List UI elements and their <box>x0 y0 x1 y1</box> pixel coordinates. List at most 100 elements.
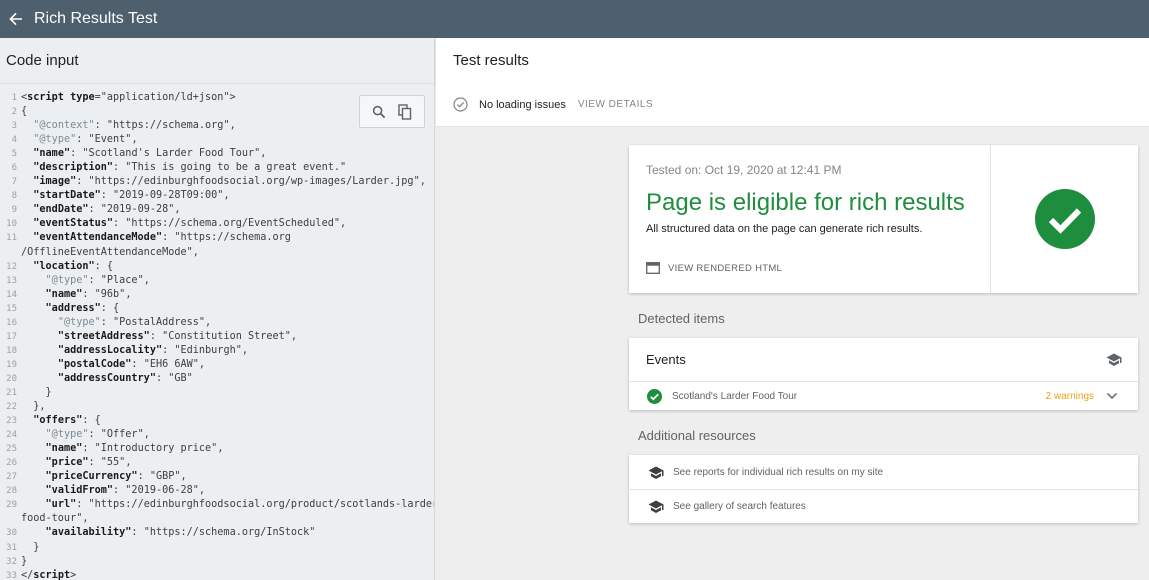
code-text: }, <box>21 400 45 414</box>
code-text: "description": "This is going to be a gr… <box>21 161 346 175</box>
code-token: "Constitution Street" <box>162 330 291 342</box>
code-line: /OfflineEventAttendanceMode", <box>0 246 434 260</box>
line-number: 30 <box>6 528 17 539</box>
line-number: 2 <box>11 107 17 118</box>
line-number: 13 <box>6 275 17 286</box>
code-token: "location" <box>33 260 95 272</box>
code-token: { <box>21 106 28 118</box>
code-text: food-tour", <box>21 512 88 526</box>
code-token: , <box>198 358 206 370</box>
code-text: "@type": "Event", <box>21 133 137 147</box>
code-token: "streetAddress" <box>57 330 150 342</box>
code-line: 27 "priceCurrency": "GBP", <box>0 470 434 484</box>
line-number: 21 <box>6 387 17 398</box>
code-token: , <box>180 471 187 483</box>
code-text: "availability": "https://schema.org/InSt… <box>21 526 316 540</box>
code-line: 18 "addressLocality": "Edinburgh", <box>0 344 434 358</box>
back-button[interactable] <box>0 0 34 38</box>
copy-icon <box>398 103 412 120</box>
code-token: "addressCountry" <box>57 372 156 384</box>
code-text: "addressCountry": "GB" <box>21 372 193 386</box>
view-details-link[interactable]: VIEW DETAILS <box>578 99 653 110</box>
code-token: : <box>94 120 107 132</box>
line-number: 10 <box>6 219 17 230</box>
tested-on-timestamp: Tested on: Oct 19, 2020 at 12:41 PM <box>646 163 842 177</box>
code-token: "2019-09-28" <box>100 204 175 216</box>
code-token: , <box>174 204 181 216</box>
line-number: 8 <box>11 191 17 202</box>
code-token: , <box>260 148 267 160</box>
code-text: "streetAddress": "Constitution Street", <box>21 330 297 344</box>
code-token: /OfflineEventAttendanceMode" <box>21 246 193 258</box>
code-editor[interactable]: 1 <script type="application/ld+json"> 2{3 … <box>0 84 434 580</box>
code-token: : <box>88 457 101 469</box>
code-token: "Offer" <box>100 429 144 441</box>
code-token: "postalCode" <box>57 358 132 370</box>
code-line: 4 "@type": "Event", <box>0 133 434 147</box>
code-token: "url" <box>45 499 77 511</box>
code-token: "endDate" <box>33 204 89 216</box>
line-number: 22 <box>6 402 17 413</box>
chevron-down-icon[interactable] <box>1106 392 1118 400</box>
code-token: : <box>131 358 144 370</box>
eligibility-status-area <box>990 145 1138 293</box>
code-token: "Place" <box>100 274 144 286</box>
code-text: </script> <box>21 569 76 580</box>
code-text: "url": "https://edinburghfoodsocial.org/… <box>21 498 434 512</box>
line-number: 24 <box>6 430 17 441</box>
code-token: , <box>125 457 132 469</box>
code-token: script <box>27 92 71 103</box>
search-code-button[interactable] <box>369 102 389 122</box>
code-text: "offers": { <box>21 414 100 428</box>
view-rendered-html-button[interactable]: VIEW RENDERED HTML <box>646 262 782 274</box>
code-token: : <box>155 372 169 384</box>
code-token: , <box>290 330 298 342</box>
code-token: "eventAttendanceMode" <box>33 232 163 244</box>
code-token: } <box>21 541 40 553</box>
code-input-title: Code input <box>0 38 434 84</box>
copy-code-button[interactable] <box>395 102 415 122</box>
code-token: : <box>113 218 126 230</box>
line-number: 15 <box>6 303 17 314</box>
code-token: : <box>76 134 89 146</box>
code-token: : <box>82 288 95 300</box>
loading-status-row: No loading issues VIEW DETAILS <box>436 83 1149 127</box>
line-number: 3 <box>11 121 17 132</box>
code-token: "@type" <box>33 134 77 146</box>
code-line: 9 "endDate": "2019-09-28", <box>0 203 434 217</box>
code-line: 20 "addressCountry": "GB" <box>0 372 434 386</box>
code-line: 26 "price": "55", <box>0 456 434 470</box>
line-number: 16 <box>6 317 17 328</box>
line-number: 11 <box>6 233 17 244</box>
code-text: "location": { <box>21 260 113 274</box>
resource-link-reports[interactable]: See reports for individual rich results … <box>629 455 1138 489</box>
code-text: <script type="application/ld+json"> <box>21 91 236 105</box>
resource-link-gallery[interactable]: See gallery of search features <box>629 489 1138 523</box>
code-token: "@type" <box>57 316 101 328</box>
code-line: 24 "@type": "Offer", <box>0 428 434 442</box>
code-line: 14 "name": "96b", <box>0 288 434 302</box>
code-text: "name": "Scotland's Larder Food Tour", <box>21 147 266 161</box>
code-line: 15 "address": { <box>0 302 434 316</box>
event-item-row[interactable]: Scotland's Larder Food Tour 2 warnings <box>629 382 1138 410</box>
school-icon <box>648 500 664 513</box>
code-token: : <box>70 148 83 160</box>
code-token: </ <box>21 569 34 580</box>
detected-items-label: Detected items <box>638 311 725 326</box>
code-line: 13 "@type": "Place", <box>0 274 434 288</box>
code-token: "name" <box>33 148 71 160</box>
events-card: Events Scotland's Larder Food Tour 2 war… <box>629 338 1138 410</box>
code-token: : <box>162 344 175 356</box>
code-text: "price": "55", <box>21 456 132 470</box>
